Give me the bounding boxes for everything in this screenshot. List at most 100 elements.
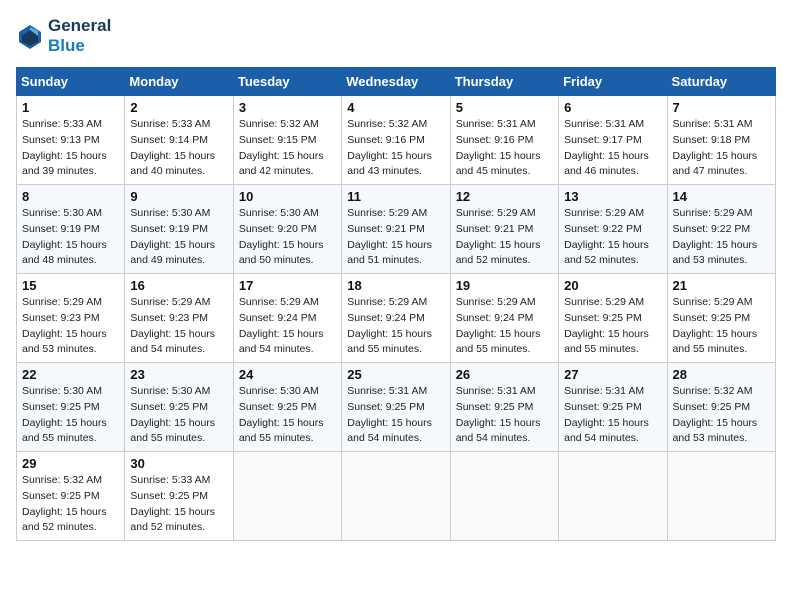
table-row: 11 Sunrise: 5:29 AM Sunset: 9:21 PM Dayl… — [342, 185, 450, 274]
table-row: 14 Sunrise: 5:29 AM Sunset: 9:22 PM Dayl… — [667, 185, 775, 274]
col-saturday: Saturday — [667, 68, 775, 96]
logo-line1: General — [48, 16, 111, 36]
day-number: 20 — [564, 278, 661, 293]
day-number: 10 — [239, 189, 336, 204]
day-number: 11 — [347, 189, 444, 204]
day-number: 26 — [456, 367, 553, 382]
day-detail: Sunrise: 5:29 AM Sunset: 9:23 PM Dayligh… — [130, 295, 227, 358]
day-number: 17 — [239, 278, 336, 293]
table-row: 24 Sunrise: 5:30 AM Sunset: 9:25 PM Dayl… — [233, 363, 341, 452]
table-row — [342, 452, 450, 541]
day-number: 7 — [673, 100, 770, 115]
day-detail: Sunrise: 5:32 AM Sunset: 9:16 PM Dayligh… — [347, 117, 444, 180]
day-number: 2 — [130, 100, 227, 115]
table-row: 3 Sunrise: 5:32 AM Sunset: 9:15 PM Dayli… — [233, 96, 341, 185]
table-row: 10 Sunrise: 5:30 AM Sunset: 9:20 PM Dayl… — [233, 185, 341, 274]
day-number: 27 — [564, 367, 661, 382]
table-row: 12 Sunrise: 5:29 AM Sunset: 9:21 PM Dayl… — [450, 185, 558, 274]
day-detail: Sunrise: 5:32 AM Sunset: 9:25 PM Dayligh… — [22, 473, 119, 536]
col-thursday: Thursday — [450, 68, 558, 96]
day-detail: Sunrise: 5:29 AM Sunset: 9:21 PM Dayligh… — [456, 206, 553, 269]
table-row: 17 Sunrise: 5:29 AM Sunset: 9:24 PM Dayl… — [233, 274, 341, 363]
day-number: 16 — [130, 278, 227, 293]
col-monday: Monday — [125, 68, 233, 96]
day-detail: Sunrise: 5:31 AM Sunset: 9:25 PM Dayligh… — [456, 384, 553, 447]
day-detail: Sunrise: 5:33 AM Sunset: 9:25 PM Dayligh… — [130, 473, 227, 536]
day-detail: Sunrise: 5:30 AM Sunset: 9:19 PM Dayligh… — [130, 206, 227, 269]
logo: General Blue — [16, 16, 111, 55]
logo-icon — [16, 22, 44, 50]
day-number: 14 — [673, 189, 770, 204]
day-detail: Sunrise: 5:29 AM Sunset: 9:22 PM Dayligh… — [564, 206, 661, 269]
table-row — [559, 452, 667, 541]
table-row: 7 Sunrise: 5:31 AM Sunset: 9:18 PM Dayli… — [667, 96, 775, 185]
table-row: 2 Sunrise: 5:33 AM Sunset: 9:14 PM Dayli… — [125, 96, 233, 185]
day-number: 25 — [347, 367, 444, 382]
day-detail: Sunrise: 5:32 AM Sunset: 9:15 PM Dayligh… — [239, 117, 336, 180]
day-detail: Sunrise: 5:29 AM Sunset: 9:22 PM Dayligh… — [673, 206, 770, 269]
day-number: 22 — [22, 367, 119, 382]
day-number: 23 — [130, 367, 227, 382]
day-number: 12 — [456, 189, 553, 204]
table-row: 30 Sunrise: 5:33 AM Sunset: 9:25 PM Dayl… — [125, 452, 233, 541]
day-number: 29 — [22, 456, 119, 471]
day-detail: Sunrise: 5:29 AM Sunset: 9:24 PM Dayligh… — [347, 295, 444, 358]
table-row: 9 Sunrise: 5:30 AM Sunset: 9:19 PM Dayli… — [125, 185, 233, 274]
table-row: 28 Sunrise: 5:32 AM Sunset: 9:25 PM Dayl… — [667, 363, 775, 452]
table-row: 23 Sunrise: 5:30 AM Sunset: 9:25 PM Dayl… — [125, 363, 233, 452]
day-number: 19 — [456, 278, 553, 293]
table-row — [450, 452, 558, 541]
table-row: 26 Sunrise: 5:31 AM Sunset: 9:25 PM Dayl… — [450, 363, 558, 452]
day-number: 4 — [347, 100, 444, 115]
day-detail: Sunrise: 5:29 AM Sunset: 9:24 PM Dayligh… — [456, 295, 553, 358]
day-detail: Sunrise: 5:31 AM Sunset: 9:25 PM Dayligh… — [347, 384, 444, 447]
col-tuesday: Tuesday — [233, 68, 341, 96]
day-number: 8 — [22, 189, 119, 204]
table-row: 5 Sunrise: 5:31 AM Sunset: 9:16 PM Dayli… — [450, 96, 558, 185]
col-friday: Friday — [559, 68, 667, 96]
table-row — [233, 452, 341, 541]
day-number: 6 — [564, 100, 661, 115]
table-row: 27 Sunrise: 5:31 AM Sunset: 9:25 PM Dayl… — [559, 363, 667, 452]
table-row — [667, 452, 775, 541]
day-detail: Sunrise: 5:31 AM Sunset: 9:17 PM Dayligh… — [564, 117, 661, 180]
logo-line2: Blue — [48, 36, 111, 56]
day-number: 9 — [130, 189, 227, 204]
col-wednesday: Wednesday — [342, 68, 450, 96]
day-number: 3 — [239, 100, 336, 115]
day-number: 30 — [130, 456, 227, 471]
day-number: 15 — [22, 278, 119, 293]
day-number: 28 — [673, 367, 770, 382]
day-detail: Sunrise: 5:31 AM Sunset: 9:25 PM Dayligh… — [564, 384, 661, 447]
day-detail: Sunrise: 5:29 AM Sunset: 9:24 PM Dayligh… — [239, 295, 336, 358]
table-row: 13 Sunrise: 5:29 AM Sunset: 9:22 PM Dayl… — [559, 185, 667, 274]
day-detail: Sunrise: 5:30 AM Sunset: 9:20 PM Dayligh… — [239, 206, 336, 269]
day-detail: Sunrise: 5:33 AM Sunset: 9:14 PM Dayligh… — [130, 117, 227, 180]
table-row: 20 Sunrise: 5:29 AM Sunset: 9:25 PM Dayl… — [559, 274, 667, 363]
table-row: 8 Sunrise: 5:30 AM Sunset: 9:19 PM Dayli… — [17, 185, 125, 274]
day-detail: Sunrise: 5:33 AM Sunset: 9:13 PM Dayligh… — [22, 117, 119, 180]
day-detail: Sunrise: 5:30 AM Sunset: 9:25 PM Dayligh… — [22, 384, 119, 447]
page-header: General Blue — [16, 16, 776, 55]
day-number: 5 — [456, 100, 553, 115]
day-detail: Sunrise: 5:29 AM Sunset: 9:21 PM Dayligh… — [347, 206, 444, 269]
table-row: 4 Sunrise: 5:32 AM Sunset: 9:16 PM Dayli… — [342, 96, 450, 185]
table-row: 19 Sunrise: 5:29 AM Sunset: 9:24 PM Dayl… — [450, 274, 558, 363]
day-detail: Sunrise: 5:30 AM Sunset: 9:19 PM Dayligh… — [22, 206, 119, 269]
table-row: 21 Sunrise: 5:29 AM Sunset: 9:25 PM Dayl… — [667, 274, 775, 363]
day-detail: Sunrise: 5:32 AM Sunset: 9:25 PM Dayligh… — [673, 384, 770, 447]
day-detail: Sunrise: 5:29 AM Sunset: 9:25 PM Dayligh… — [564, 295, 661, 358]
day-detail: Sunrise: 5:31 AM Sunset: 9:18 PM Dayligh… — [673, 117, 770, 180]
table-row: 15 Sunrise: 5:29 AM Sunset: 9:23 PM Dayl… — [17, 274, 125, 363]
table-row: 29 Sunrise: 5:32 AM Sunset: 9:25 PM Dayl… — [17, 452, 125, 541]
day-detail: Sunrise: 5:30 AM Sunset: 9:25 PM Dayligh… — [130, 384, 227, 447]
table-row: 22 Sunrise: 5:30 AM Sunset: 9:25 PM Dayl… — [17, 363, 125, 452]
table-row: 18 Sunrise: 5:29 AM Sunset: 9:24 PM Dayl… — [342, 274, 450, 363]
calendar-table: Sunday Monday Tuesday Wednesday Thursday… — [16, 67, 776, 541]
day-detail: Sunrise: 5:31 AM Sunset: 9:16 PM Dayligh… — [456, 117, 553, 180]
day-detail: Sunrise: 5:29 AM Sunset: 9:25 PM Dayligh… — [673, 295, 770, 358]
table-row: 25 Sunrise: 5:31 AM Sunset: 9:25 PM Dayl… — [342, 363, 450, 452]
day-number: 18 — [347, 278, 444, 293]
day-detail: Sunrise: 5:29 AM Sunset: 9:23 PM Dayligh… — [22, 295, 119, 358]
day-number: 1 — [22, 100, 119, 115]
